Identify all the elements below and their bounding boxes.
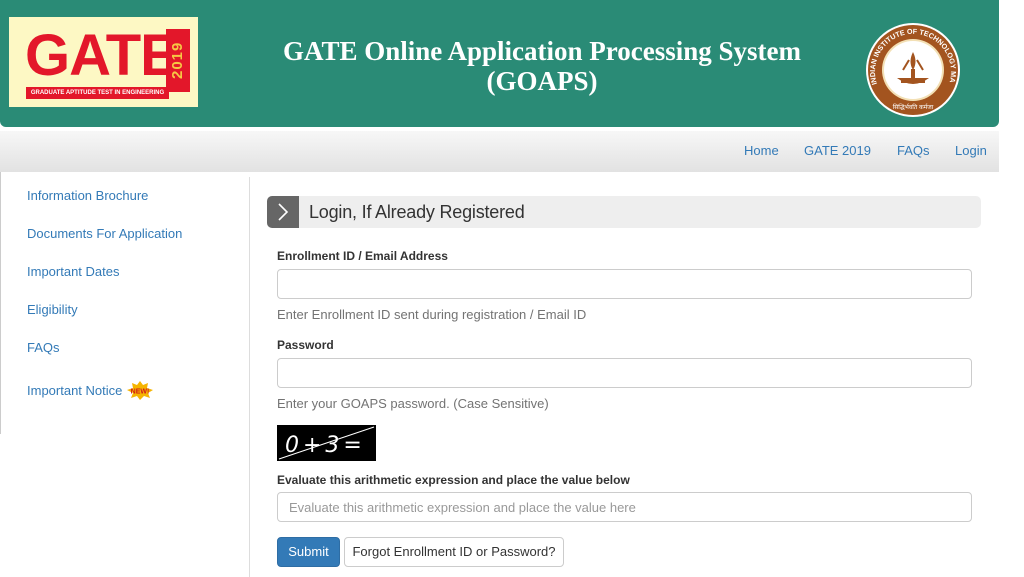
page-title-line2: (GOAPS) [486, 66, 598, 96]
site-header: GATE 2019 GRADUATE APTITUDE TEST IN ENGI… [0, 0, 999, 127]
gate-logo[interactable]: GATE 2019 GRADUATE APTITUDE TEST IN ENGI… [9, 17, 198, 107]
captcha-label: Evaluate this arithmetic expression and … [277, 473, 630, 487]
nav-home[interactable]: Home [744, 143, 779, 158]
sidebar: Information Brochure Documents For Appli… [0, 177, 250, 577]
sidebar-item-documents[interactable]: Documents For Application [27, 226, 182, 241]
captcha-answer-input[interactable] [277, 492, 972, 522]
iit-madras-seal: INDIAN INSTITUTE OF TECHNOLOGY MADRAS सि… [857, 22, 960, 117]
password-help: Enter your GOAPS password. (Case Sensiti… [277, 396, 549, 411]
nav-faqs[interactable]: FAQs [897, 143, 930, 158]
nav-gate-2019[interactable]: GATE 2019 [804, 143, 871, 158]
sidebar-item-faqs[interactable]: FAQs [27, 340, 60, 355]
page-title: GATE Online Application Processing Syste… [240, 36, 844, 96]
sidebar-item-information-brochure[interactable]: Information Brochure [27, 188, 148, 203]
login-panel-heading: Login, If Already Registered [267, 196, 981, 228]
nav-login[interactable]: Login [955, 143, 987, 158]
password-input[interactable] [277, 358, 972, 388]
new-badge-text: NEW! [131, 389, 150, 396]
page-title-line1: GATE Online Application Processing Syste… [282, 36, 802, 66]
logo-year: 2019 [169, 41, 186, 80]
logo-word: GATE [25, 23, 179, 88]
enrollment-help: Enter Enrollment ID sent during registra… [277, 307, 587, 322]
top-navbar: Home GATE 2019 FAQs Login [0, 131, 999, 172]
enrollment-input[interactable] [277, 269, 972, 299]
chevron-right-icon [267, 196, 299, 228]
captcha-text: 0+3= [285, 433, 366, 458]
login-heading: Login, If Already Registered [309, 202, 525, 222]
sidebar-item-important-notice[interactable]: Important Notice [27, 383, 122, 398]
forgot-credentials-button[interactable]: Forgot Enrollment ID or Password? [344, 537, 564, 567]
sidebar-item-important-dates[interactable]: Important Dates [27, 264, 120, 279]
logo-tagline: GRADUATE APTITUDE TEST IN ENGINEERING [26, 87, 169, 99]
sidebar-item-eligibility[interactable]: Eligibility [27, 302, 78, 317]
seal-motto: सिद्धिर्भवति कर्मजा [893, 103, 934, 111]
password-label: Password [277, 338, 334, 352]
new-badge-icon: NEW! [127, 381, 153, 400]
enrollment-label: Enrollment ID / Email Address [277, 249, 448, 263]
captcha-image: 0+3= [277, 425, 376, 461]
submit-button[interactable]: Submit [277, 537, 340, 567]
